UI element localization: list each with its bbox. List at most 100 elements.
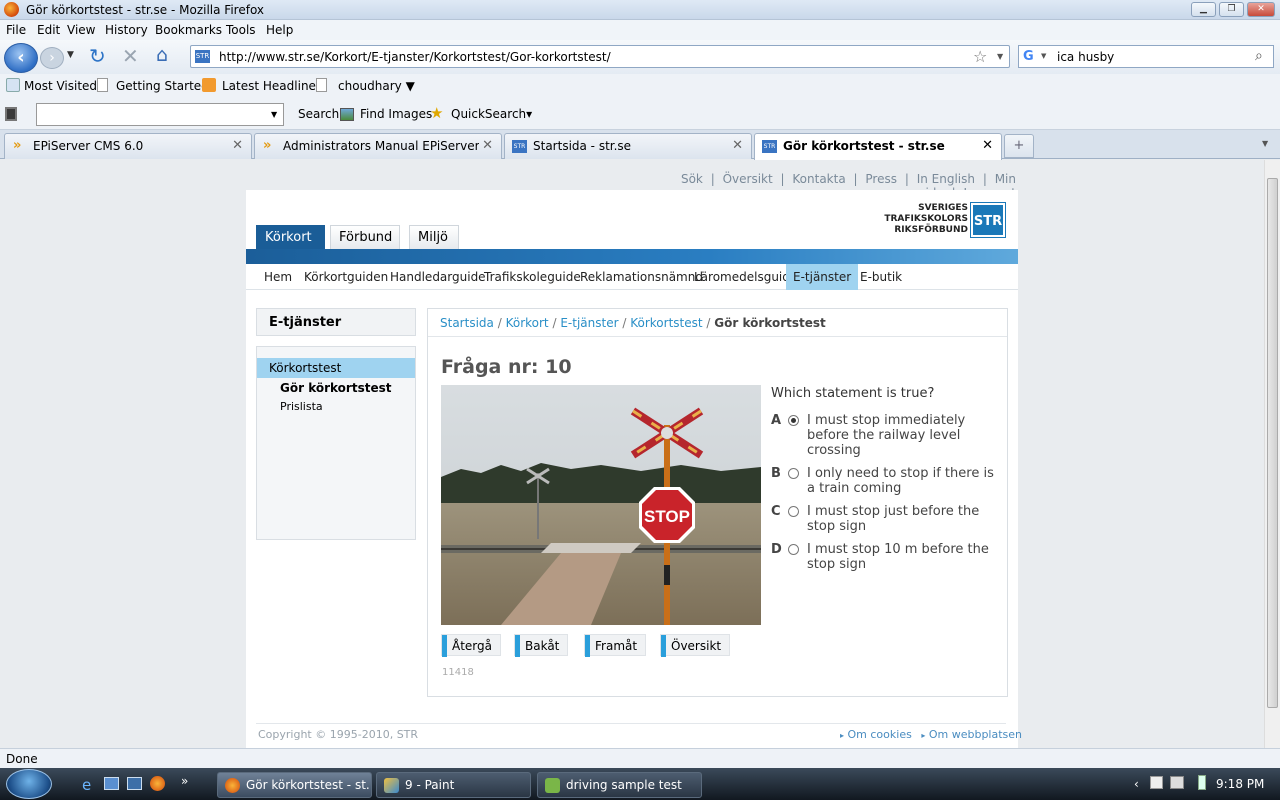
menu-view[interactable]: View (67, 23, 95, 37)
reload-icon[interactable]: ↻ (89, 44, 106, 68)
breadcrumb-startsida[interactable]: Startsida (440, 316, 494, 330)
show-desktop-icon[interactable] (104, 777, 119, 790)
tab-episerver[interactable]: » EPiServer CMS 6.0 ✕ (4, 133, 252, 159)
sidebar-item-gor-korkortstest[interactable]: Gör körkortstest (280, 381, 391, 395)
subnav-reklamationsnamnd[interactable]: Reklamationsnämnd (580, 270, 703, 284)
scrollbar-thumb[interactable] (1267, 178, 1278, 708)
link-in-english[interactable]: In English (917, 172, 975, 186)
tray-expand-icon[interactable]: ‹ (1134, 777, 1139, 791)
subnav-e-butik[interactable]: E-butik (860, 270, 902, 284)
menu-bookmarks[interactable]: Bookmarks (155, 23, 222, 37)
bookmark-getting-started[interactable]: Getting Started (116, 79, 209, 93)
subnav-korkortguiden[interactable]: Körkortguiden (304, 270, 388, 284)
close-tab-icon[interactable]: ✕ (482, 138, 493, 153)
bookmark-most-visited[interactable]: Most Visited (24, 79, 97, 93)
firefox-icon (225, 778, 240, 793)
address-bar[interactable]: STR http://www.str.se/Korkort/E-tjanster… (190, 45, 1010, 68)
network-icon[interactable] (1150, 776, 1163, 789)
taskbar-item-paint[interactable]: 9 - Paint (376, 772, 531, 798)
stop-icon[interactable]: ✕ (122, 44, 139, 68)
logo-text: SVERIGES TRAFIKSKOLORS RIKSFÖRBUND (880, 203, 968, 236)
link-kontakta[interactable]: Kontakta (792, 172, 845, 186)
tab-admin-manual[interactable]: » Administrators Manual EPiServer C... ✕ (254, 133, 502, 159)
tab-list-dropdown-icon[interactable]: ▼ (1262, 139, 1268, 148)
radio-button[interactable] (788, 415, 799, 426)
close-tab-icon[interactable]: ✕ (232, 138, 243, 153)
sidebar-item-prislista[interactable]: Prislista (280, 400, 323, 413)
link-press[interactable]: Press (865, 172, 897, 186)
link-om-webbplatsen[interactable]: Om webbplatsen (929, 728, 1022, 741)
search-input[interactable]: ica husby (1057, 50, 1114, 64)
start-button[interactable] (6, 769, 52, 799)
link-sok[interactable]: Sök (681, 172, 703, 186)
menu-tools[interactable]: Tools (226, 23, 256, 37)
system-clock[interactable]: 9:18 PM (1216, 777, 1264, 791)
subnav-e-tjanster[interactable]: E-tjänster (786, 264, 859, 290)
toolbar-search-combobox[interactable]: ▼ (36, 103, 284, 126)
bakat-button[interactable]: Bakåt (514, 634, 569, 657)
url-text[interactable]: http://www.str.se/Korkort/E-tjanster/Kor… (219, 50, 611, 64)
search-box[interactable]: G ▼ ica husby ⌕ (1018, 45, 1274, 68)
document-icon (545, 778, 560, 793)
subnav-trafikskoleguide[interactable]: Trafikskoleguide (484, 270, 581, 284)
separator: | (904, 172, 909, 186)
new-tab-button[interactable]: + (1004, 134, 1034, 158)
close-window-button[interactable]: ✕ (1247, 2, 1275, 17)
maximize-button[interactable]: ❐ (1219, 2, 1244, 17)
breadcrumb-korkort[interactable]: Körkort (506, 316, 549, 330)
close-tab-icon[interactable]: ✕ (732, 138, 743, 153)
switch-windows-icon[interactable] (127, 777, 142, 790)
radio-button[interactable] (788, 544, 799, 555)
url-dropdown-icon[interactable]: ▼ (997, 52, 1003, 61)
back-arrow-icon[interactable]: ‹ (4, 43, 38, 73)
menu-history[interactable]: History (105, 23, 148, 37)
history-dropdown-icon[interactable]: ▼ (67, 50, 74, 60)
google-icon[interactable]: G (1023, 49, 1034, 64)
minimize-button[interactable]: ▁ (1191, 2, 1216, 17)
more-icons-chevron-icon[interactable]: » (181, 774, 188, 788)
breadcrumb-korkortstest[interactable]: Körkortstest (630, 316, 702, 330)
subnav-hem[interactable]: Hem (264, 270, 292, 284)
toolbar-search-button[interactable]: Search (298, 107, 339, 121)
link-om-cookies[interactable]: Om cookies (848, 728, 912, 741)
internet-explorer-icon[interactable]: e (82, 776, 91, 794)
bookmark-star-icon[interactable]: ☆ (973, 47, 987, 66)
radio-button[interactable] (788, 506, 799, 517)
quicksearch-button[interactable]: QuickSearch▾ (451, 107, 532, 121)
subnav-laromedelsguide[interactable]: Läromedelsguide (694, 270, 797, 284)
radio-button[interactable] (788, 468, 799, 479)
battery-icon[interactable] (1198, 775, 1206, 790)
sidebar-item-korkortstest[interactable]: Körkortstest (257, 358, 415, 378)
bookmark-choudhary[interactable]: choudhary ▼ (338, 79, 415, 93)
vertical-scrollbar[interactable] (1264, 160, 1280, 748)
tab-gor-korkortstest[interactable]: STR Gör körkortstest - str.se ✕ (754, 133, 1002, 160)
close-tab-icon[interactable]: ✕ (982, 138, 993, 153)
tab-forbund[interactable]: Förbund (330, 225, 400, 249)
taskbar-item-driving-sample-test[interactable]: driving sample test (537, 772, 702, 798)
framat-button[interactable]: Framåt (584, 634, 647, 657)
find-images-button[interactable]: Find Images (360, 107, 432, 121)
menu-help[interactable]: Help (266, 23, 293, 37)
search-engine-dropdown-icon[interactable]: ▼ (1041, 52, 1046, 60)
search-icon[interactable]: ⌕ (1255, 48, 1263, 64)
atergå-button[interactable]: Återgå (441, 634, 501, 657)
home-icon[interactable]: ⌂ (156, 44, 168, 66)
forward-arrow-icon[interactable]: › (40, 47, 64, 69)
tab-startsida[interactable]: STR Startsida - str.se ✕ (504, 133, 752, 159)
link-oversikt[interactable]: Översikt (723, 172, 773, 186)
toolbar-menu-icon[interactable] (5, 107, 17, 121)
page-icon (97, 78, 108, 92)
tab-miljo[interactable]: Miljö (409, 225, 459, 249)
taskbar-item-firefox[interactable]: Gör körkortstest - st... (217, 772, 372, 798)
breadcrumb-e-tjanster[interactable]: E-tjänster (560, 316, 618, 330)
menu-file[interactable]: File (6, 23, 26, 37)
firefox-quicklaunch-icon[interactable] (150, 776, 165, 791)
menu-edit[interactable]: Edit (37, 23, 60, 37)
oversikt-button[interactable]: Översikt (660, 634, 731, 657)
tab-korkort[interactable]: Körkort (256, 225, 325, 249)
subnav-handledarguide[interactable]: Handledarguide (390, 270, 486, 284)
bookmark-latest-headlines[interactable]: Latest Headlines (222, 79, 322, 93)
chevron-down-icon[interactable]: ▼ (271, 110, 277, 119)
display-icon[interactable] (1170, 776, 1184, 789)
str-logo[interactable]: SVERIGES TRAFIKSKOLORS RIKSFÖRBUND STR (880, 202, 1006, 238)
